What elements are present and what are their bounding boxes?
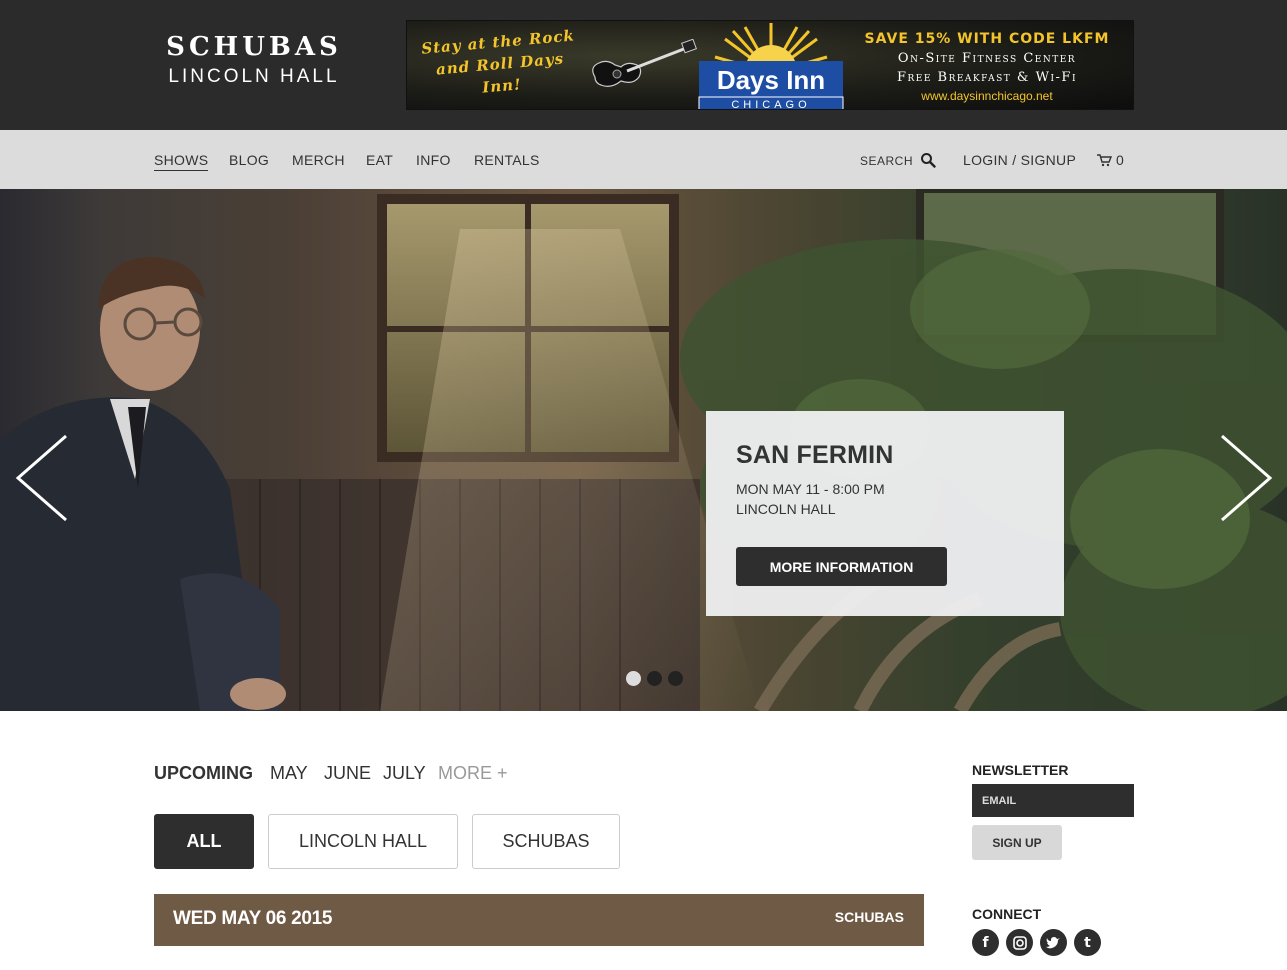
facebook-icon[interactable]: f <box>972 929 999 956</box>
instagram-icon[interactable] <box>1006 929 1033 956</box>
tab-may[interactable]: MAY <box>270 763 308 784</box>
nav-rentals[interactable]: RENTALS <box>474 150 540 170</box>
cart-count: 0 <box>1116 152 1124 168</box>
tab-july[interactable]: JULY <box>383 763 426 784</box>
ad-tagline: Stay at the Rock and Roll Days Inn! <box>420 26 576 97</box>
listing-date: WED MAY 06 2015 <box>173 908 333 929</box>
login-signup-link[interactable]: LOGIN / SIGNUP <box>963 150 1076 170</box>
svg-text:Days Inn: Days Inn <box>717 65 825 95</box>
tab-upcoming[interactable]: UPCOMING <box>154 763 253 784</box>
svg-text:CHICAGO: CHICAGO <box>731 99 810 110</box>
ad-offer: SAVE 15% WITH CODE LKFM <box>864 31 1110 47</box>
nav-blog[interactable]: BLOG <box>229 150 269 170</box>
ad-url: www.daysinnchicago.net <box>921 89 1053 103</box>
ad-banner[interactable]: Stay at the Rock and Roll Days Inn! Days… <box>406 20 1134 110</box>
logo-schubas: SCHUBAS <box>166 32 342 62</box>
slider-dot[interactable] <box>668 671 683 686</box>
site-header: SCHUBAS LINCOLN HALL Stay at the Rock an… <box>0 0 1287 130</box>
nav-shows[interactable]: SHOWS <box>154 150 209 171</box>
sign-up-button[interactable]: SIGN UP <box>972 825 1062 860</box>
twitter-icon[interactable] <box>1040 929 1067 956</box>
cart-icon <box>1097 153 1112 166</box>
search-label[interactable]: SEARCH <box>860 154 913 168</box>
featured-show-card: SAN FERMIN MON MAY 11 - 8:00 PM LINCOLN … <box>706 411 1064 616</box>
newsletter-title: NEWSLETTER <box>972 762 1069 778</box>
hero-slider: SAN FERMIN MON MAY 11 - 8:00 PM LINCOLN … <box>0 189 1287 711</box>
slider-dot[interactable] <box>626 671 641 686</box>
slider-next-arrow[interactable] <box>1218 434 1274 522</box>
site-logo[interactable]: SCHUBAS LINCOLN HALL <box>154 30 354 100</box>
connect-title: CONNECT <box>972 906 1042 922</box>
social-links: f t <box>972 929 1101 956</box>
show-date: MON MAY 11 - 8:00 PM <box>736 481 885 497</box>
show-venue: LINCOLN HALL <box>736 501 836 517</box>
listing-venue[interactable]: SCHUBAS <box>835 909 904 925</box>
more-information-button[interactable]: MORE INFORMATION <box>736 547 947 586</box>
venue-filter-all[interactable]: ALL <box>154 814 254 869</box>
nav-eat[interactable]: EAT <box>366 150 393 170</box>
venue-filter-schubas[interactable]: SCHUBAS <box>472 814 620 869</box>
hero-photo <box>0 189 1287 711</box>
nav-merch[interactable]: MERCH <box>292 150 345 170</box>
date-header: WED MAY 06 2015 SCHUBAS <box>154 894 924 946</box>
ad-details: SAVE 15% WITH CODE LKFM On-Site Fitness … <box>845 29 1129 105</box>
cart-button[interactable]: 0 <box>1097 150 1124 170</box>
ad-feature: On-Site Fitness Center <box>897 51 1077 66</box>
slider-dots <box>626 671 683 686</box>
slider-prev-arrow[interactable] <box>14 434 70 522</box>
guitar-icon <box>592 39 697 87</box>
venue-filter-lincoln-hall[interactable]: LINCOLN HALL <box>268 814 458 869</box>
ad-feature: Free Breakfast & Wi-Fi <box>896 70 1078 85</box>
tab-june[interactable]: JUNE <box>324 763 371 784</box>
days-inn-logo: Days Inn CHICAGO <box>698 23 844 110</box>
tumblr-icon[interactable]: t <box>1074 929 1101 956</box>
main-nav: SHOWS BLOG MERCH EAT INFO RENTALS SEARCH… <box>0 130 1287 189</box>
search-icon[interactable] <box>920 152 936 168</box>
slider-dot[interactable] <box>647 671 662 686</box>
email-field[interactable] <box>972 784 1134 817</box>
logo-lincoln-hall: LINCOLN HALL <box>168 66 340 87</box>
show-title[interactable]: SAN FERMIN <box>736 441 894 470</box>
nav-info[interactable]: INFO <box>416 150 451 170</box>
tab-more[interactable]: MORE + <box>438 763 508 784</box>
